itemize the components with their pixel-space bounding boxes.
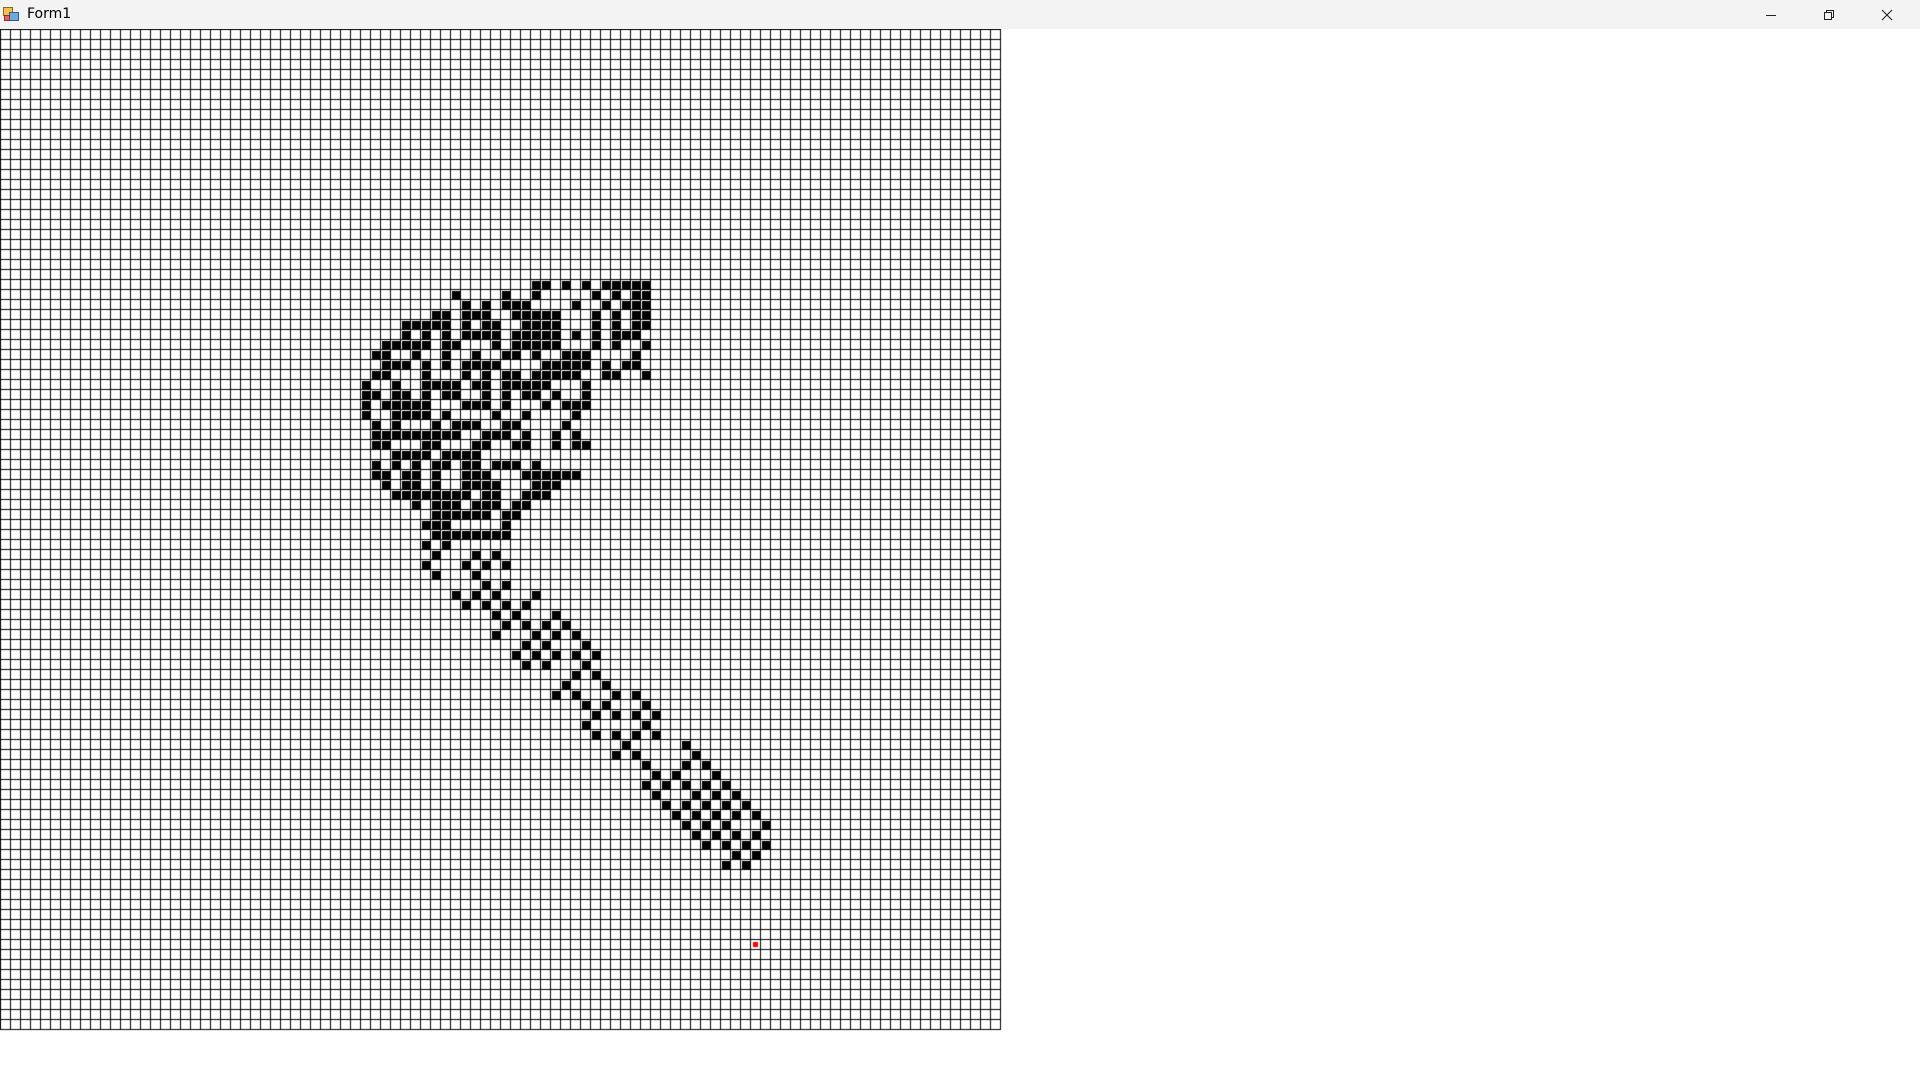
close-button[interactable] [1858, 0, 1916, 29]
minimize-button[interactable] [1742, 0, 1800, 29]
grid-panel[interactable] [0, 29, 1003, 1032]
restore-icon [1823, 9, 1835, 21]
window-title: Form1 [27, 6, 72, 22]
close-icon [1881, 9, 1893, 21]
cell-grid-canvas[interactable] [0, 29, 1003, 1032]
title-bar[interactable]: Form1 [0, 0, 1920, 29]
minimize-icon [1765, 9, 1777, 21]
app-window: Form1 [0, 0, 1920, 1080]
app-icon [3, 6, 19, 22]
maximize-button[interactable] [1800, 0, 1858, 29]
